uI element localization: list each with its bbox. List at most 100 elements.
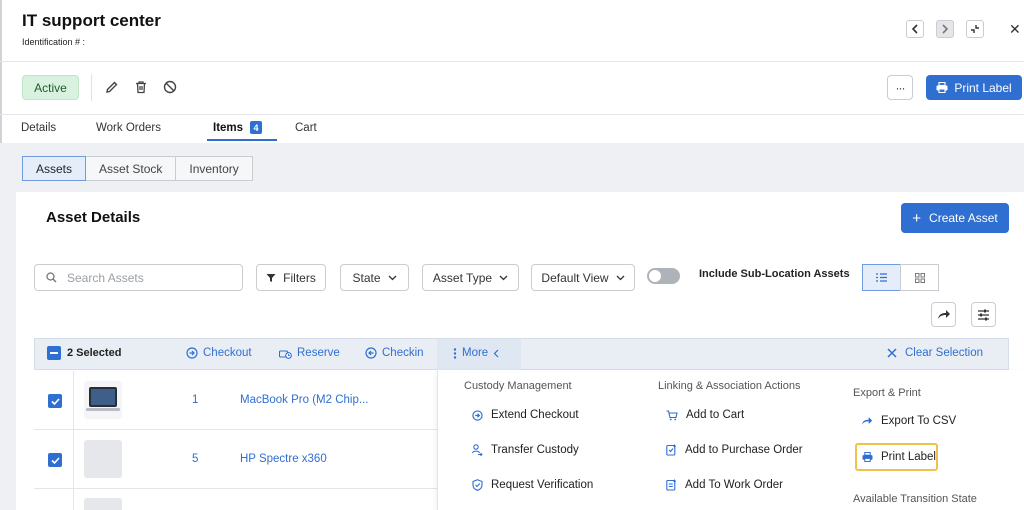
- extend-checkout-item[interactable]: Extend Checkout: [472, 409, 579, 421]
- selection-bar: [34, 338, 1009, 370]
- laptop-image: [86, 387, 120, 411]
- sublocation-label: Include Sub-Location Assets: [699, 268, 850, 280]
- tab-work-orders[interactable]: Work Orders: [96, 122, 161, 134]
- purchase-order-icon: [666, 444, 676, 456]
- column-divider: [73, 371, 74, 510]
- asset-id-link[interactable]: 5: [192, 453, 198, 465]
- request-verification-label: Request Verification: [491, 479, 594, 491]
- more-actions-button[interactable]: More: [453, 347, 499, 359]
- items-count-badge: 4: [250, 121, 262, 134]
- print-label-button[interactable]: Print Label: [926, 75, 1022, 100]
- edit-icon[interactable]: [104, 79, 120, 95]
- previous-button[interactable]: [906, 20, 924, 38]
- request-verification-item[interactable]: Request Verification: [472, 479, 593, 491]
- toolbar-divider: [91, 74, 92, 101]
- asset-type-dropdown[interactable]: Asset Type: [422, 264, 519, 291]
- list-icon: [876, 273, 887, 282]
- filters-button[interactable]: Filters: [256, 264, 326, 291]
- subtab-inventory[interactable]: Inventory: [175, 156, 253, 181]
- check-icon: [50, 397, 60, 405]
- print-label-menu-text: Print Label: [881, 451, 936, 463]
- search-box[interactable]: [34, 264, 243, 291]
- printer-icon: [862, 452, 873, 462]
- checkin-icon: [365, 347, 377, 359]
- row-checkbox[interactable]: [48, 453, 62, 467]
- cart-add-icon: [666, 409, 678, 420]
- close-icon[interactable]: ✕: [1009, 21, 1021, 38]
- section-title: Asset Details: [46, 209, 141, 226]
- export-print-heading: Export & Print: [853, 387, 921, 399]
- checkout-icon: [186, 347, 198, 359]
- export-to-csv-item[interactable]: Export To CSV: [861, 415, 956, 427]
- grid-view-button[interactable]: [900, 264, 939, 291]
- transfer-custody-label: Transfer Custody: [491, 444, 579, 456]
- create-asset-button[interactable]: + Create Asset: [901, 203, 1009, 233]
- collapse-button[interactable]: [966, 20, 984, 38]
- asset-thumbnail-placeholder: [84, 498, 122, 510]
- asset-thumbnail: [84, 381, 122, 419]
- search-icon: [46, 272, 57, 283]
- checkin-action[interactable]: Checkin: [365, 347, 424, 359]
- view-dropdown[interactable]: Default View: [531, 264, 635, 291]
- grid-icon: [914, 272, 925, 283]
- active-tab-indicator: [207, 139, 277, 141]
- column-settings-button[interactable]: [971, 302, 996, 327]
- toggle-knob: [649, 270, 661, 282]
- selected-count: 2 Selected: [67, 347, 122, 359]
- more-options-button[interactable]: ···: [887, 75, 913, 100]
- check-icon: [50, 456, 60, 464]
- transition-state-heading: Available Transition State: [853, 493, 977, 505]
- clear-selection-button[interactable]: Clear Selection: [887, 347, 983, 359]
- tab-details[interactable]: Details: [21, 122, 56, 134]
- asset-id-link[interactable]: 1: [192, 394, 198, 406]
- add-to-purchase-order-item[interactable]: Add to Purchase Order: [666, 444, 803, 456]
- list-view-button[interactable]: [862, 264, 901, 291]
- tab-cart[interactable]: Cart: [295, 122, 317, 134]
- next-button[interactable]: [936, 20, 954, 38]
- plus-icon: +: [912, 209, 922, 227]
- chevron-down-icon: [616, 275, 625, 280]
- asset-name-link[interactable]: HP Spectre x360: [240, 453, 327, 465]
- print-label-item[interactable]: Print Label: [862, 451, 936, 463]
- chevron-right-icon: [942, 24, 949, 34]
- share-button[interactable]: [931, 302, 956, 327]
- work-order-icon: [666, 479, 676, 491]
- chevron-down-icon: [388, 275, 396, 280]
- reserve-icon: [279, 349, 292, 359]
- add-to-work-order-label: Add To Work Order: [685, 479, 784, 491]
- row-checkbox[interactable]: [48, 394, 62, 408]
- export-arrow-icon: [861, 417, 873, 425]
- state-dropdown[interactable]: State: [340, 264, 409, 291]
- checkout-label: Checkout: [203, 347, 252, 359]
- add-to-purchase-order-label: Add to Purchase Order: [685, 444, 803, 456]
- view-mode-toggle: [862, 264, 939, 291]
- checkout-icon: [472, 409, 483, 421]
- header-divider: [0, 61, 1024, 62]
- linking-heading: Linking & Association Actions: [658, 380, 801, 392]
- search-input[interactable]: [67, 270, 227, 285]
- close-icon: [887, 348, 897, 358]
- asset-name-link[interactable]: MacBook Pro (M2 Chip...: [240, 394, 368, 406]
- trash-icon[interactable]: [133, 79, 149, 95]
- subtab-asset-stock[interactable]: Asset Stock: [85, 156, 177, 181]
- create-asset-label: Create Asset: [929, 211, 998, 225]
- add-to-cart-item[interactable]: Add to Cart: [666, 409, 744, 421]
- transfer-custody-item[interactable]: Transfer Custody: [472, 444, 579, 456]
- subtab-group: Assets Asset Stock Inventory: [22, 156, 253, 181]
- select-all-checkbox[interactable]: [47, 346, 61, 360]
- chevron-down-icon: [499, 275, 508, 280]
- filter-icon: [266, 273, 276, 282]
- reserve-action[interactable]: Reserve: [279, 347, 340, 359]
- subtab-assets[interactable]: Assets: [22, 156, 87, 181]
- tab-items[interactable]: Items: [213, 122, 243, 134]
- chevron-left-icon: [493, 349, 499, 357]
- chevron-left-icon: [911, 24, 918, 34]
- printer-icon: [936, 82, 948, 93]
- collapse-icon: [971, 25, 979, 33]
- more-actions-label: More: [462, 347, 489, 359]
- custody-heading: Custody Management: [464, 380, 572, 392]
- disable-icon[interactable]: [162, 79, 178, 95]
- add-to-work-order-item[interactable]: Add To Work Order: [666, 479, 783, 491]
- sublocation-toggle[interactable]: [647, 268, 680, 284]
- checkout-action[interactable]: Checkout: [186, 347, 252, 359]
